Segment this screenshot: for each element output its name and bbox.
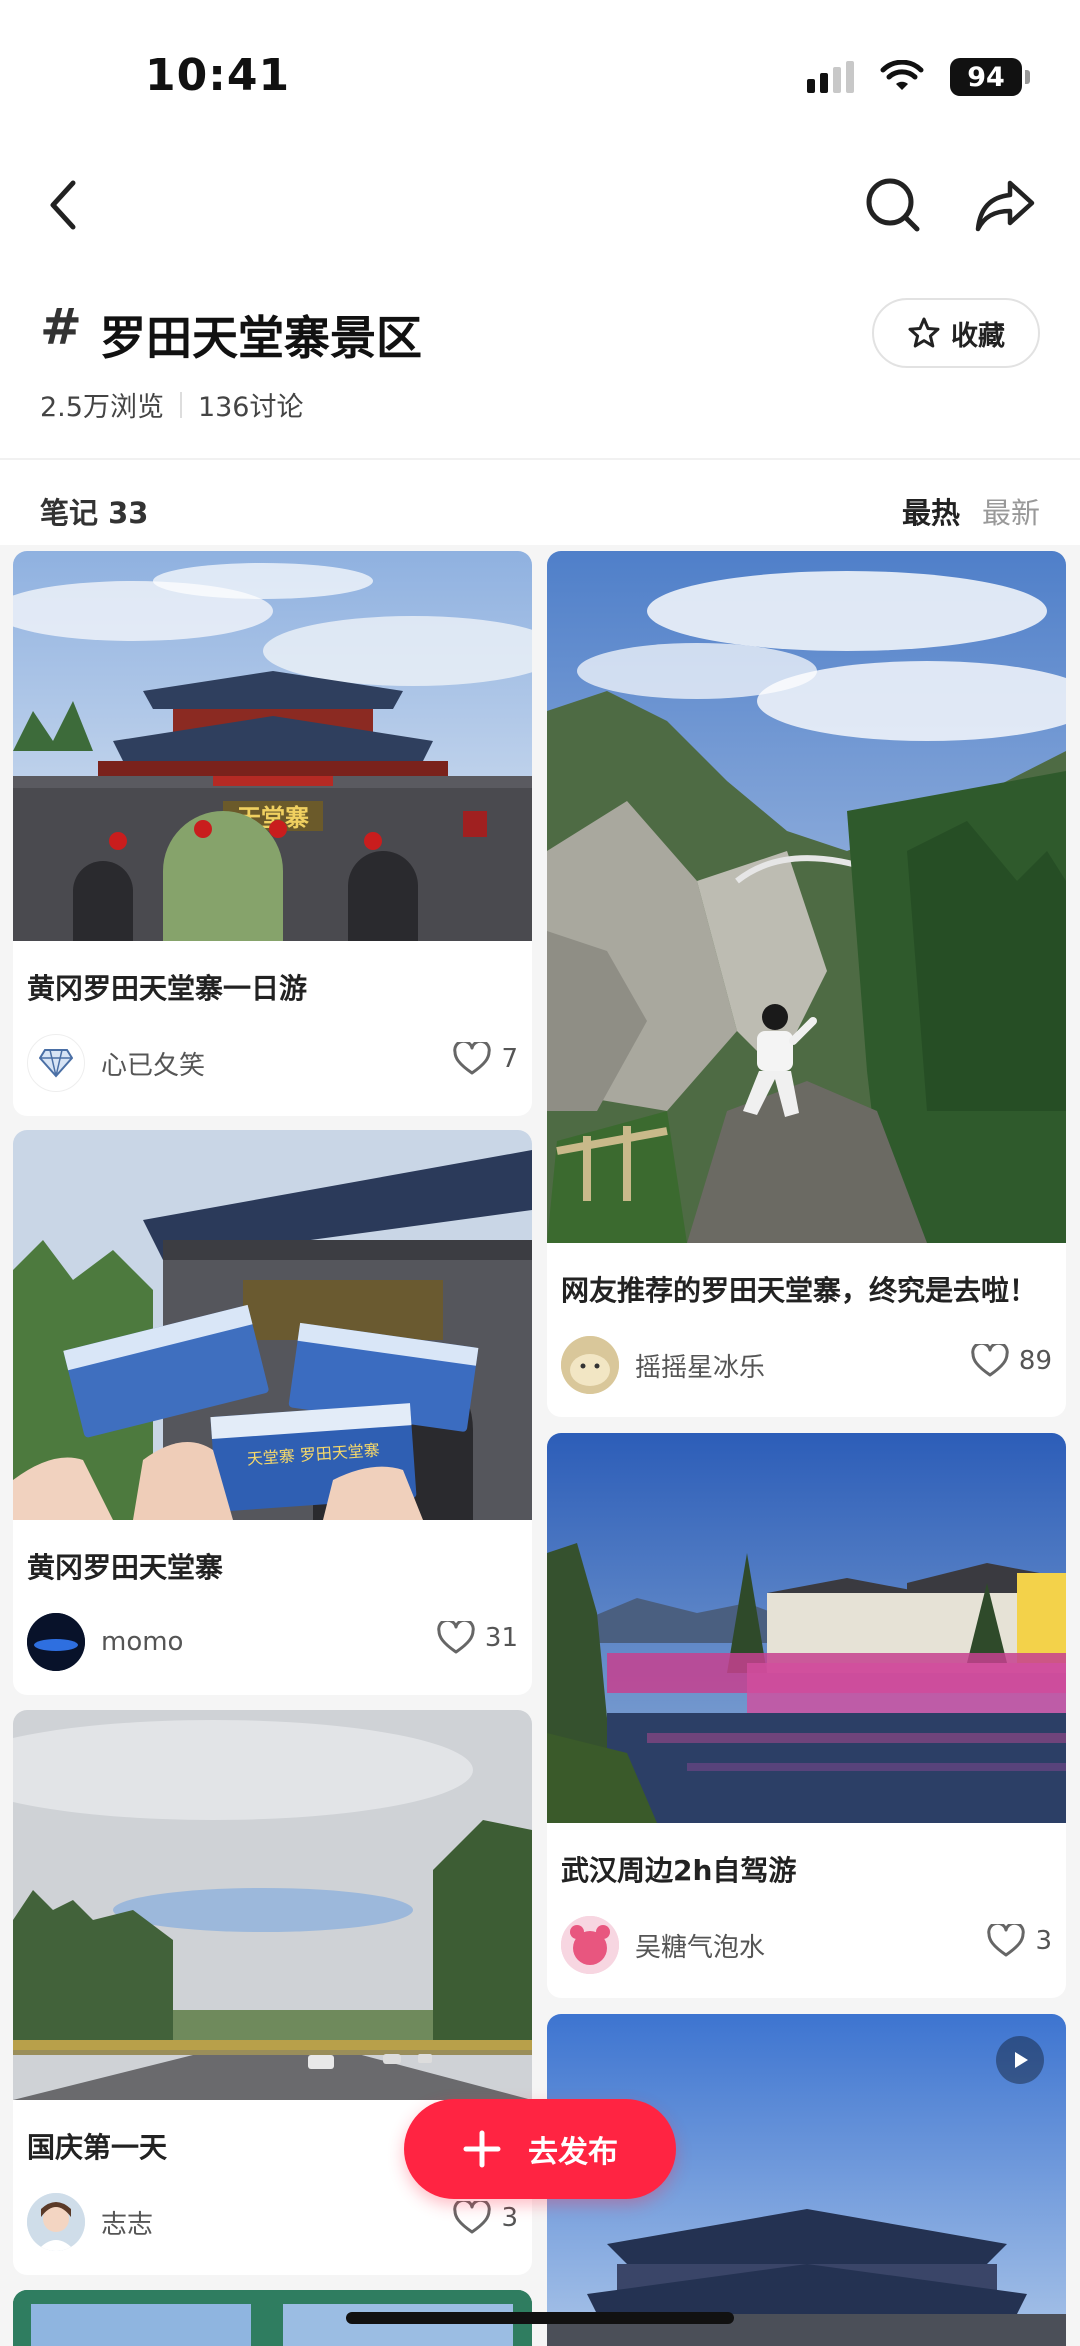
note-photo — [13, 1710, 532, 2100]
author-name: 吴糖气泡水 — [635, 1932, 766, 1963]
status-bar: 10:41 94 — [0, 0, 1080, 150]
heart-icon — [437, 1621, 475, 1654]
topic-header: # 罗田天堂寨景区 2.5万浏览 136讨论 收藏 — [0, 290, 1080, 460]
heart-icon — [453, 1042, 492, 1075]
author-name: 心已夂笑 — [101, 1050, 206, 1081]
avatar — [561, 1336, 619, 1394]
note-author[interactable]: momo — [27, 1613, 183, 1671]
avatar — [27, 1613, 85, 1671]
note-card[interactable]: 武汉周边2h自驾游 吴糖气泡水 3 — [547, 1433, 1066, 1998]
like-button[interactable]: 3 — [453, 2201, 518, 2235]
note-photo: 天堂寨 罗田天堂寨 — [13, 1130, 532, 1520]
note-card[interactable]: 天堂寨 黄冈罗田天堂寨一日游 心已夂笑 7 — [13, 551, 532, 1116]
note-title: 网友推荐的罗田天堂寨，终究是去啦！ — [561, 1274, 1038, 1307]
share-icon — [975, 180, 1035, 232]
like-count: 31 — [484, 1623, 518, 1653]
author-name: momo — [101, 1627, 184, 1657]
note-photo: 天堂寨 — [13, 551, 532, 941]
like-count: 7 — [501, 1044, 518, 1074]
like-button[interactable]: 7 — [453, 1042, 518, 1076]
home-indicator — [346, 2312, 734, 2324]
note-title: 武汉周边2h自驾游 — [561, 1854, 797, 1887]
note-author[interactable]: 心已夂笑 — [27, 1034, 205, 1092]
battery-level: 94 — [967, 61, 1005, 93]
header-divider — [0, 458, 1080, 460]
search-button[interactable] — [858, 170, 928, 240]
note-photo — [547, 1433, 1066, 1823]
search-icon — [866, 178, 920, 232]
heart-icon — [453, 2201, 492, 2234]
list-bar: 笔记 33 最热 最新 — [0, 480, 1080, 550]
note-card[interactable]: 网友推荐的罗田天堂寨，终究是去啦！ 摇摇星冰乐 89 — [547, 551, 1066, 1417]
wifi-icon — [880, 60, 924, 90]
collect-label: 收藏 — [951, 320, 1005, 352]
like-count: 3 — [501, 2203, 518, 2233]
views-count: 2.5万浏览 — [40, 392, 164, 423]
note-author[interactable]: 吴糖气泡水 — [561, 1916, 765, 1974]
note-author[interactable]: 志志 — [27, 2193, 153, 2251]
like-count: 3 — [1035, 1926, 1052, 1956]
star-icon — [908, 317, 940, 348]
share-button[interactable] — [970, 170, 1040, 240]
diamond-icon — [39, 1049, 73, 1078]
discussion-count: 136讨论 — [197, 392, 304, 423]
back-button[interactable] — [28, 170, 98, 240]
note-title: 黄冈罗田天堂寨 — [27, 1551, 224, 1584]
collect-button[interactable]: 收藏 — [872, 298, 1040, 368]
note-photo — [547, 551, 1066, 1243]
avatar — [27, 1034, 85, 1092]
sort-tabs: 最热 最新 — [902, 490, 1040, 532]
note-card[interactable]: 天堂寨 罗田天堂寨 黄冈罗田天堂寨 momo 31 — [13, 1130, 532, 1695]
avatar — [27, 2193, 85, 2251]
status-time: 10:41 — [145, 50, 291, 101]
like-button[interactable]: 3 — [987, 1924, 1052, 1958]
top-nav — [0, 160, 1080, 250]
note-title: 国庆第一天 — [27, 2131, 168, 2164]
publish-button[interactable]: 去发布 — [404, 2099, 676, 2199]
sort-hot-tab[interactable]: 最热 — [902, 490, 960, 532]
note-author[interactable]: 摇摇星冰乐 — [561, 1336, 765, 1394]
battery-icon: 94 — [950, 58, 1030, 96]
note-title: 黄冈罗田天堂寨一日游 — [27, 972, 308, 1005]
like-count: 89 — [1018, 1346, 1052, 1376]
cellular-signal-icon — [807, 61, 854, 93]
author-name: 摇摇星冰乐 — [635, 1352, 766, 1383]
like-button[interactable]: 89 — [971, 1344, 1052, 1378]
avatar — [561, 1916, 619, 1974]
author-name: 志志 — [101, 2209, 154, 2240]
chevron-left-icon — [50, 180, 76, 230]
topic-hash-icon: # — [40, 298, 82, 356]
topic-title: 罗田天堂寨景区 — [100, 311, 422, 365]
topic-stats: 2.5万浏览 136讨论 — [40, 385, 304, 424]
notes-count: 笔记 33 — [40, 496, 149, 530]
sort-new-tab[interactable]: 最新 — [982, 490, 1040, 532]
publish-label: 去发布 — [528, 2135, 618, 2170]
status-icons: 94 — [807, 58, 1030, 96]
stats-divider — [179, 391, 182, 418]
plus-icon — [463, 2130, 501, 2168]
video-play-icon — [996, 2036, 1044, 2084]
heart-icon — [971, 1344, 1009, 1377]
like-button[interactable]: 31 — [437, 1621, 518, 1655]
heart-icon — [987, 1924, 1026, 1957]
